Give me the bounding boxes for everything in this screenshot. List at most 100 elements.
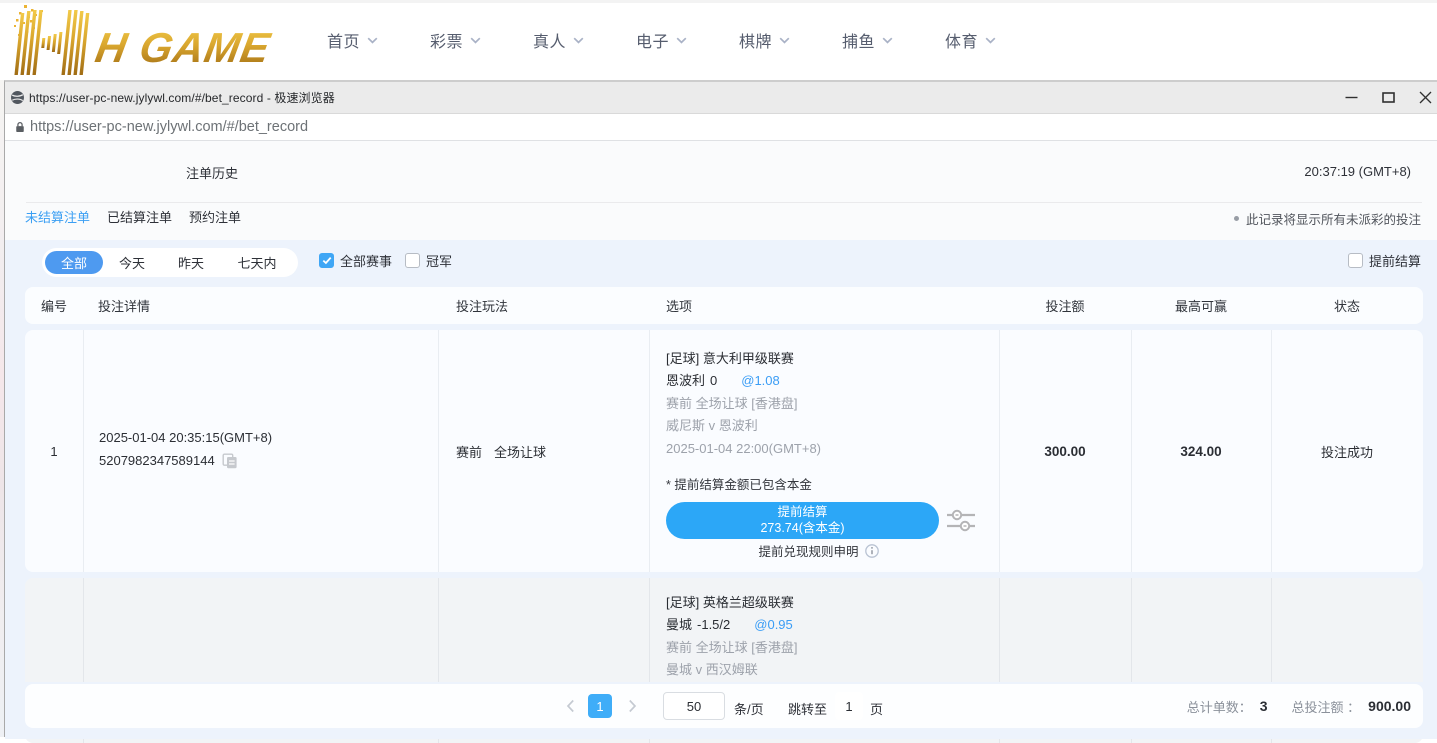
table-row: 1 2025-01-04 20:35:15(GMT+8) 52079823475… <box>25 330 1423 572</box>
play-type-name: 全场让球 <box>494 442 546 461</box>
total-count-value: 3 <box>1260 698 1268 714</box>
copy-icon[interactable] <box>222 453 238 469</box>
pagination-footer: 1 条/页 跳转至 页 总计单数： 3 总投注额 ： 900.00 <box>5 682 1437 739</box>
table-header: 编号 投注详情 投注玩法 选项 投注额 最高可赢 状态 <box>25 287 1423 324</box>
option-market: 赛前 全场让球 [香港盘] <box>666 393 821 415</box>
jump-unit-label: 页 <box>870 699 883 718</box>
main-nav: 首页 彩票 真人 电子 棋牌 捕鱼 体育 <box>327 0 1048 80</box>
tab-settled[interactable]: 已结算注单 <box>107 207 172 226</box>
bet-time: 2025-01-04 20:35:15(GMT+8) <box>99 427 272 450</box>
cell-max-win: 324.00 <box>1131 330 1271 572</box>
nav-item-sports[interactable]: 体育 <box>945 28 1048 52</box>
maximize-icon <box>1382 91 1395 104</box>
tab-note: 此记录将显示所有未派彩的投注 <box>1234 209 1421 228</box>
page-size-label: 条/页 <box>734 699 764 718</box>
date-range-pills: 全部 今天 昨天 七天内 <box>42 248 298 277</box>
jump-to-input[interactable] <box>835 692 863 720</box>
divider <box>26 202 1422 203</box>
check-icon <box>322 256 332 265</box>
option-odds[interactable]: @0.95 <box>754 617 793 632</box>
cell-option: [足球] 英格兰超级联赛 曼城-1.5/2@0.95 赛前 全场让球 [香港盘]… <box>666 592 797 682</box>
checkbox-unchecked-icon <box>405 253 420 268</box>
nav-item-lottery[interactable]: 彩票 <box>430 28 533 52</box>
pagination-bar: 1 条/页 跳转至 页 总计单数： 3 总投注额 ： 900.00 <box>25 684 1423 728</box>
option-selection: 恩波利 <box>666 373 705 388</box>
maximize-button[interactable] <box>1373 82 1403 113</box>
col-header-stake: 投注额 <box>979 287 1151 324</box>
cell-bet-details: 2025-01-04 20:35:15(GMT+8) 5207982347589… <box>99 427 272 472</box>
col-header-max-win: 最高可赢 <box>1131 287 1271 324</box>
lock-icon <box>15 121 25 133</box>
logo-text: H GAME <box>92 24 275 71</box>
bet-record-page: 注单历史 20:37:19 (GMT+8) 未结算注单 已结算注单 预约注单 此… <box>5 141 1437 739</box>
filter-and-table-section: 全部 今天 昨天 七天内 全部赛事 冠军 提前结算 编号 <box>5 240 1437 739</box>
checkbox-early-settle[interactable]: 提前结算 <box>1348 251 1421 270</box>
checkbox-label: 冠军 <box>426 251 452 270</box>
chevron-down-icon <box>985 37 996 44</box>
col-header-option: 选项 <box>666 287 692 324</box>
footer-totals: 总计单数： 3 总投注额 ： 900.00 <box>1187 684 1411 728</box>
cashout-note: * 提前结算金额已包含本金 <box>666 474 812 493</box>
col-header-no: 编号 <box>41 287 67 324</box>
chevron-down-icon <box>470 37 481 44</box>
total-count-label: 总计单数： <box>1187 697 1252 716</box>
nav-label: 电子 <box>636 28 669 52</box>
slider-settings-icon[interactable] <box>945 508 977 534</box>
cell-option: [足球] 意大利甲级联赛 恩波利0@1.08 赛前 全场让球 [香港盘] 威尼斯… <box>666 348 821 460</box>
address-bar[interactable]: https://user-pc-new.jylywl.com/#/bet_rec… <box>5 113 1437 141</box>
nav-label: 真人 <box>533 28 566 52</box>
pill-today[interactable]: 今天 <box>103 251 161 274</box>
window-controls <box>5 82 1437 113</box>
pill-all[interactable]: 全部 <box>45 251 103 274</box>
cell-play-type: 赛前 全场让球 <box>456 330 546 572</box>
option-market: 赛前 全场让球 [香港盘] <box>666 637 797 659</box>
checkbox-all-events[interactable]: 全部赛事 <box>319 251 392 270</box>
pill-yesterday[interactable]: 昨天 <box>161 251 221 274</box>
option-match: 曼城 v 西汉姆联 <box>666 659 797 681</box>
close-icon <box>1419 91 1432 104</box>
page-title: 注单历史 <box>186 163 238 182</box>
option-odds[interactable]: @1.08 <box>741 373 780 388</box>
tabs: 未结算注单 已结算注单 预约注单 <box>25 207 241 226</box>
minimize-button[interactable] <box>1336 82 1366 113</box>
page-number-button[interactable]: 1 <box>588 694 612 718</box>
cashout-rules-link[interactable]: 提前兑现规则申明 <box>682 541 955 560</box>
cashout-button-amount: 273.74(含本金) <box>760 521 844 537</box>
minimize-icon <box>1345 91 1358 104</box>
total-stake-label: 总投注额 ： <box>1292 697 1361 716</box>
nav-label: 捕鱼 <box>842 28 875 52</box>
chevron-right-icon <box>628 699 637 713</box>
nav-item-fishing[interactable]: 捕鱼 <box>842 28 945 52</box>
cashout-button[interactable]: 提前结算 273.74(含本金) <box>666 502 939 539</box>
option-selection: 曼城 <box>666 617 692 632</box>
nav-label: 体育 <box>945 28 978 52</box>
next-page-button[interactable] <box>625 694 639 718</box>
logo-mark <box>14 10 89 75</box>
tab-unsettled[interactable]: 未结算注单 <box>25 207 90 226</box>
nav-item-cards[interactable]: 棋牌 <box>739 28 842 52</box>
tab-reserved[interactable]: 预约注单 <box>189 207 241 226</box>
option-league: [足球] 英格兰超级联赛 <box>666 592 797 614</box>
bet-id: 5207982347589144 <box>99 450 215 473</box>
nav-item-live[interactable]: 真人 <box>533 28 636 52</box>
checkbox-label: 全部赛事 <box>340 251 392 270</box>
nav-label: 彩票 <box>430 28 463 52</box>
browser-window: https://user-pc-new.jylywl.com/#/bet_rec… <box>4 80 1437 737</box>
previous-page-button[interactable] <box>563 694 577 718</box>
close-button[interactable] <box>1410 82 1437 113</box>
checkbox-champion[interactable]: 冠军 <box>405 251 452 270</box>
chevron-down-icon <box>676 37 687 44</box>
info-icon <box>865 544 879 558</box>
page-time: 20:37:19 (GMT+8) <box>1304 164 1411 179</box>
checkbox-checked-icon <box>319 253 334 268</box>
chevron-left-icon <box>566 699 575 713</box>
nav-label: 首页 <box>327 28 360 52</box>
nav-item-slots[interactable]: 电子 <box>636 28 739 52</box>
col-header-details: 投注详情 <box>98 287 150 324</box>
cell-stake: 300.00 <box>999 330 1131 572</box>
pill-last-7-days[interactable]: 七天内 <box>221 251 293 274</box>
page-size-input[interactable] <box>663 692 725 720</box>
site-logo[interactable]: H GAME <box>8 3 288 79</box>
nav-item-home[interactable]: 首页 <box>327 28 430 52</box>
site-header: H GAME 首页 彩票 真人 电子 棋牌 捕鱼 体育 <box>0 0 1437 80</box>
